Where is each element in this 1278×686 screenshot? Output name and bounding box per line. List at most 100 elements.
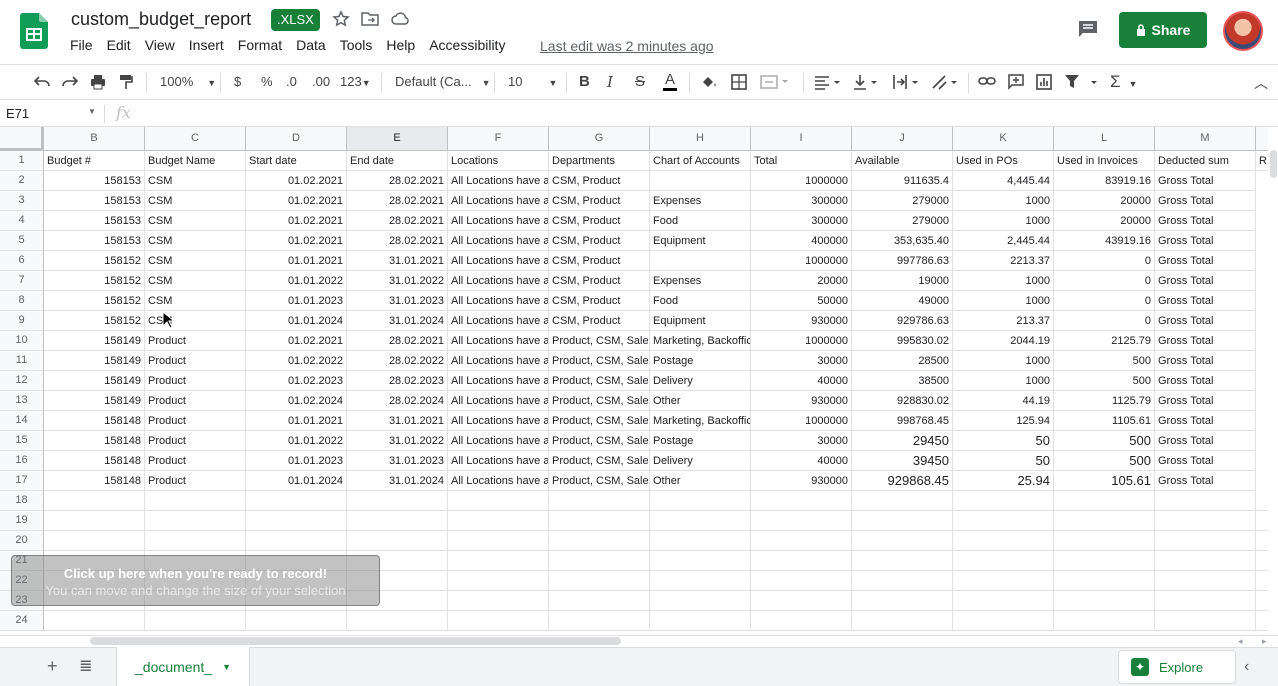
- data-cell[interactable]: 1125.79: [1054, 391, 1155, 411]
- data-cell[interactable]: Gross Total: [1155, 371, 1256, 391]
- empty-cell[interactable]: [1054, 611, 1155, 631]
- data-cell[interactable]: CSM, Product: [549, 291, 650, 311]
- empty-cell[interactable]: [1155, 491, 1256, 511]
- text-rotation-icon[interactable]: [931, 74, 961, 93]
- empty-cell[interactable]: [1054, 551, 1155, 571]
- data-cell[interactable]: 928830.02: [852, 391, 953, 411]
- data-cell[interactable]: 300000: [751, 211, 852, 231]
- empty-cell[interactable]: [145, 491, 246, 511]
- empty-cell[interactable]: [751, 531, 852, 551]
- data-cell[interactable]: 158152: [44, 251, 145, 271]
- empty-cell[interactable]: [1155, 591, 1256, 611]
- print-icon[interactable]: [90, 74, 106, 93]
- data-cell[interactable]: Postage: [650, 351, 751, 371]
- sheets-logo-icon[interactable]: [20, 13, 48, 49]
- data-cell[interactable]: 500: [1054, 371, 1155, 391]
- column-header-k[interactable]: K: [953, 127, 1054, 151]
- sheet-tab[interactable]: _document_ ▼: [116, 647, 250, 686]
- column-header-f[interactable]: F: [448, 127, 549, 151]
- data-cell[interactable]: 20000: [1054, 211, 1155, 231]
- star-icon[interactable]: [332, 10, 350, 33]
- data-cell[interactable]: 911635.4: [852, 171, 953, 191]
- data-cell[interactable]: 0: [1054, 271, 1155, 291]
- empty-cell[interactable]: [549, 611, 650, 631]
- data-cell[interactable]: Product, CSM, Sales: [549, 471, 650, 491]
- data-cell[interactable]: 28.02.2021: [347, 171, 448, 191]
- menu-tools[interactable]: Tools: [340, 37, 373, 57]
- data-cell[interactable]: 213.37: [953, 311, 1054, 331]
- column-header-j[interactable]: J: [852, 127, 953, 151]
- data-cell[interactable]: CSM, Product: [549, 191, 650, 211]
- data-cell[interactable]: Gross Total: [1155, 311, 1256, 331]
- data-cell[interactable]: 158148: [44, 451, 145, 471]
- data-cell[interactable]: Product, CSM, Sales: [549, 411, 650, 431]
- data-cell[interactable]: 2125.79: [1054, 331, 1155, 351]
- empty-cell[interactable]: [751, 591, 852, 611]
- insert-comment-icon[interactable]: [1008, 74, 1024, 93]
- empty-cell[interactable]: [953, 591, 1054, 611]
- data-cell[interactable]: Food: [650, 291, 751, 311]
- data-cell[interactable]: Gross Total: [1155, 191, 1256, 211]
- menu-file[interactable]: File: [70, 37, 93, 57]
- column-header-partial[interactable]: [1256, 127, 1268, 151]
- data-cell[interactable]: 1000000: [751, 251, 852, 271]
- column-header-i[interactable]: I: [751, 127, 852, 151]
- data-cell[interactable]: All Locations have ac: [448, 411, 549, 431]
- merge-cells-icon[interactable]: [760, 74, 788, 93]
- header-cell[interactable]: Departments: [549, 151, 650, 171]
- empty-cell[interactable]: [1054, 531, 1155, 551]
- empty-cell[interactable]: [549, 571, 650, 591]
- column-header-e[interactable]: E: [347, 127, 448, 151]
- empty-cell[interactable]: [1256, 571, 1268, 591]
- data-cell[interactable]: 28.02.2021: [347, 211, 448, 231]
- empty-cell[interactable]: [246, 491, 347, 511]
- data-cell[interactable]: Gross Total: [1155, 331, 1256, 351]
- data-cell[interactable]: 01.02.2021: [246, 191, 347, 211]
- empty-cell[interactable]: [953, 571, 1054, 591]
- data-cell[interactable]: CSM, Product: [549, 251, 650, 271]
- paint-format-icon[interactable]: [119, 74, 133, 93]
- data-cell[interactable]: 31.01.2024: [347, 471, 448, 491]
- row-header[interactable]: 16: [0, 451, 44, 471]
- data-cell[interactable]: 01.01.2022: [246, 431, 347, 451]
- data-cell[interactable]: 929786.63: [852, 311, 953, 331]
- empty-cell[interactable]: [44, 511, 145, 531]
- data-cell[interactable]: 158152: [44, 311, 145, 331]
- header-cell[interactable]: Used in Invoices: [1054, 151, 1155, 171]
- data-cell[interactable]: All Locations have ac: [448, 291, 549, 311]
- data-cell[interactable]: 929868.45: [852, 471, 953, 491]
- data-cell[interactable]: Product, CSM, Sales: [549, 351, 650, 371]
- data-cell[interactable]: 930000: [751, 391, 852, 411]
- data-cell[interactable]: Gross Total: [1155, 291, 1256, 311]
- empty-cell[interactable]: [448, 491, 549, 511]
- header-cell[interactable]: Budget #: [44, 151, 145, 171]
- data-cell[interactable]: 31.01.2024: [347, 311, 448, 331]
- data-cell[interactable]: 2,445.44: [953, 231, 1054, 251]
- data-cell[interactable]: Product: [145, 431, 246, 451]
- data-cell[interactable]: 40000: [751, 371, 852, 391]
- data-cell[interactable]: Product, CSM, Sales: [549, 391, 650, 411]
- data-cell[interactable]: 158153: [44, 211, 145, 231]
- data-cell[interactable]: 300000: [751, 191, 852, 211]
- data-cell[interactable]: CSM, Product: [549, 211, 650, 231]
- empty-cell[interactable]: [953, 551, 1054, 571]
- empty-cell[interactable]: [852, 511, 953, 531]
- column-header-g[interactable]: G: [549, 127, 650, 151]
- data-cell[interactable]: 50: [953, 431, 1054, 451]
- vertical-align-icon[interactable]: [853, 74, 881, 93]
- collapse-toolbar-icon[interactable]: ︿: [1254, 73, 1268, 93]
- data-cell[interactable]: All Locations have ac: [448, 271, 549, 291]
- row-header[interactable]: 19: [0, 511, 44, 531]
- data-cell[interactable]: 30000: [751, 431, 852, 451]
- data-cell[interactable]: Product: [145, 411, 246, 431]
- empty-cell[interactable]: [953, 511, 1054, 531]
- data-cell[interactable]: 01.01.2021: [246, 251, 347, 271]
- empty-cell[interactable]: [448, 571, 549, 591]
- empty-cell[interactable]: [650, 571, 751, 591]
- row-header[interactable]: 12: [0, 371, 44, 391]
- row-header[interactable]: 4: [0, 211, 44, 231]
- data-cell[interactable]: 125.94: [953, 411, 1054, 431]
- header-cell[interactable]: Locations: [448, 151, 549, 171]
- data-cell[interactable]: Gross Total: [1155, 411, 1256, 431]
- data-cell[interactable]: 0: [1054, 291, 1155, 311]
